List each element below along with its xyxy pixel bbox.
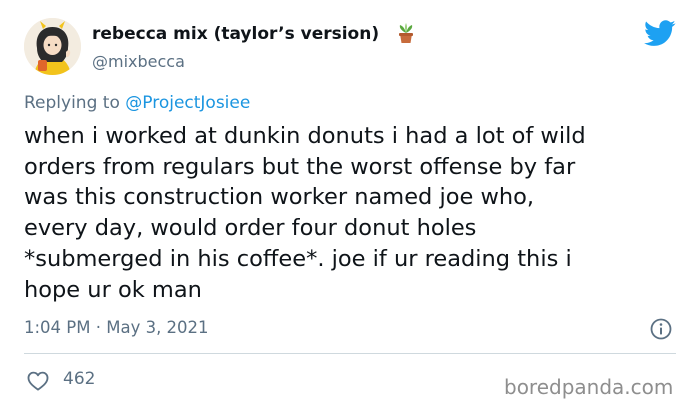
divider — [24, 353, 676, 354]
tweet-text: when i worked at dunkin donuts i had a l… — [24, 121, 684, 305]
tweet-timestamp[interactable]: 1:04 PM · May 3, 2021 — [24, 318, 209, 337]
boredpanda-watermark: boredpanda.com — [504, 375, 674, 399]
replying-to-label: Replying to — [24, 93, 126, 113]
twitter-bird-icon[interactable] — [644, 20, 676, 47]
like-button[interactable]: 462 — [24, 368, 114, 394]
replying-to-line: Replying to @ProjectJosiee — [24, 93, 250, 113]
reply-mention-link[interactable]: @ProjectJosiee — [125, 93, 250, 113]
tweet-text-line: orders from regulars but the worst offen… — [24, 153, 576, 180]
tweet-text-line: when i worked at dunkin donuts i had a l… — [24, 123, 586, 149]
avatar[interactable] — [24, 18, 81, 75]
tweet-text-line: hope ur ok man — [24, 276, 202, 303]
like-count: 462 — [63, 369, 96, 389]
tweet-text-line: *submerged in his coffee*. joe if ur rea… — [24, 245, 572, 272]
tweet-text-line: was this construction worker named joe w… — [24, 184, 535, 211]
potted-plant-icon — [396, 22, 416, 44]
user-handle[interactable]: @mixbecca — [92, 52, 185, 71]
heart-icon — [27, 371, 49, 391]
info-icon[interactable] — [650, 318, 672, 340]
display-name[interactable]: rebecca mix (taylor’s version) — [92, 24, 379, 44]
tweet-text-line: every day, would order four donut holes — [24, 215, 477, 242]
tweet-card: rebecca mix (taylor’s version) @mixbecca… — [0, 0, 700, 409]
